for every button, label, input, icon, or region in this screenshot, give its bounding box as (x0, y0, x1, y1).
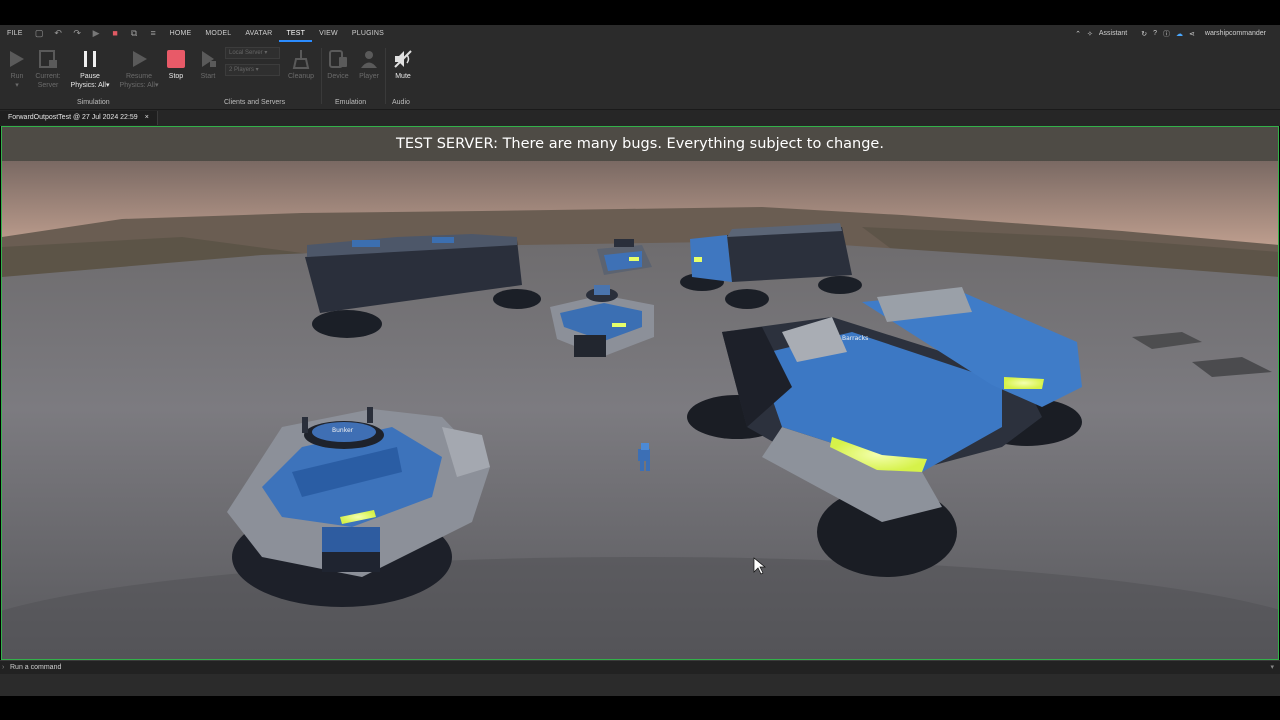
pause-button[interactable]: Pause Physics: All▾ (70, 48, 110, 90)
undo-icon[interactable]: ↶ (53, 28, 64, 39)
start-label: Start (200, 73, 216, 80)
close-tab-icon[interactable]: × (145, 111, 149, 125)
stop-label: Stop (168, 73, 184, 80)
resume-button[interactable]: Resume Physics: All▾ (119, 48, 159, 90)
notifications-icon[interactable]: ↻ (1141, 30, 1147, 38)
collapse-ribbon-icon[interactable]: ⌃ (1075, 30, 1081, 38)
device-label: Device (327, 73, 349, 80)
game-viewport[interactable]: TEST SERVER: There are many bugs. Everyt… (1, 126, 1279, 660)
resume-label: Resume (125, 73, 153, 80)
chevron-down-icon[interactable]: ▾ (1270, 661, 1274, 674)
redo-icon[interactable]: ↷ (72, 28, 83, 39)
server-icon (39, 50, 57, 68)
server-type-select[interactable]: Local Server ▾ (225, 47, 280, 59)
command-bar[interactable]: › Run a command ▾ (0, 660, 1280, 674)
mute-button[interactable]: Mute (383, 48, 423, 81)
stop-icon[interactable]: ■ (110, 28, 121, 39)
current-server-button[interactable]: Current: Server (28, 48, 68, 90)
bunker-label: Bunker (332, 427, 354, 434)
resume-physics-label: Physics: All (119, 82, 155, 89)
tab-avatar[interactable]: AVATAR (238, 25, 279, 42)
group-simulation: Simulation (77, 99, 110, 106)
start-icon (202, 51, 216, 67)
player-label: Player (359, 73, 379, 80)
group-emulation: Emulation (335, 99, 367, 106)
test-server-banner: TEST SERVER: There are many bugs. Everyt… (2, 127, 1278, 161)
document-tab-strip (0, 110, 1280, 126)
info-icon[interactable]: ⓘ (1163, 29, 1170, 39)
group-clients-servers: Clients and Servers (224, 99, 286, 106)
cloud-icon[interactable]: ☁ (1176, 30, 1183, 38)
broom-icon (292, 50, 310, 69)
tab-model[interactable]: MODEL (198, 25, 238, 42)
play-icon[interactable]: ▶ (91, 28, 102, 39)
menu-file[interactable]: FILE (0, 25, 30, 42)
current-server-label: Current: Server (35, 73, 61, 89)
tab-home[interactable]: HOME (163, 25, 199, 42)
pause-label: Pause (80, 73, 100, 80)
document-tab-title: ForwardOutpostTest @ 27 Jul 2024 22:59 (8, 114, 138, 121)
mute-icon (394, 50, 412, 68)
tab-test[interactable]: TEST (279, 25, 313, 42)
game-scene[interactable]: Barracks Bunker (2, 127, 1279, 660)
username[interactable]: warshipcommander (1205, 30, 1266, 37)
quick-access-icon[interactable]: ⧉ (129, 28, 140, 39)
help-icon[interactable]: ? (1153, 30, 1157, 37)
command-input[interactable]: Run a command (10, 664, 61, 671)
tab-plugins[interactable]: PLUGINS (345, 25, 391, 42)
server-type-value: Local Server (229, 50, 263, 56)
run-icon (10, 51, 24, 67)
assistant-icon[interactable]: ✧ (1087, 30, 1093, 38)
cleanup-label: Cleanup (287, 73, 315, 80)
player-count-select[interactable]: 2 Players ▾ (225, 64, 280, 76)
device-icon (329, 50, 347, 68)
pause-physics-label[interactable]: Physics: All (71, 82, 106, 89)
run-label: Run (10, 73, 24, 80)
player-icon (361, 51, 377, 68)
cleanup-button[interactable]: Cleanup (281, 48, 321, 81)
tab-view[interactable]: VIEW (312, 25, 345, 42)
ribbon-toolbar: Run ▾ Current: Server Pause Physics: All▾ … (0, 42, 1280, 110)
bottom-letterbox (0, 696, 1280, 720)
group-audio: Audio (392, 99, 410, 106)
document-tab[interactable]: ForwardOutpostTest @ 27 Jul 2024 22:59 × (0, 111, 158, 125)
barracks-label: Barracks (842, 335, 868, 342)
stop-square-icon (167, 50, 185, 68)
status-bar (0, 674, 1280, 696)
menu-bar: FILE ▢ ↶ ↷ ▶ ■ ⧉ ≡ HOME MODEL AVATAR TES… (0, 25, 1280, 42)
player-count-value: 2 Players (229, 67, 255, 73)
mute-label: Mute (395, 73, 411, 80)
customize-dropdown-icon[interactable]: ≡ (148, 28, 159, 39)
pause-icon (84, 51, 96, 67)
top-letterbox (0, 0, 1280, 25)
assistant-button[interactable]: Assistant (1099, 30, 1127, 37)
resume-icon (133, 51, 147, 67)
start-button[interactable]: Start (188, 48, 228, 81)
share-icon[interactable]: ⋖ (1189, 30, 1195, 38)
new-file-icon[interactable]: ▢ (34, 28, 45, 39)
command-prompt-icon: › (2, 664, 5, 671)
